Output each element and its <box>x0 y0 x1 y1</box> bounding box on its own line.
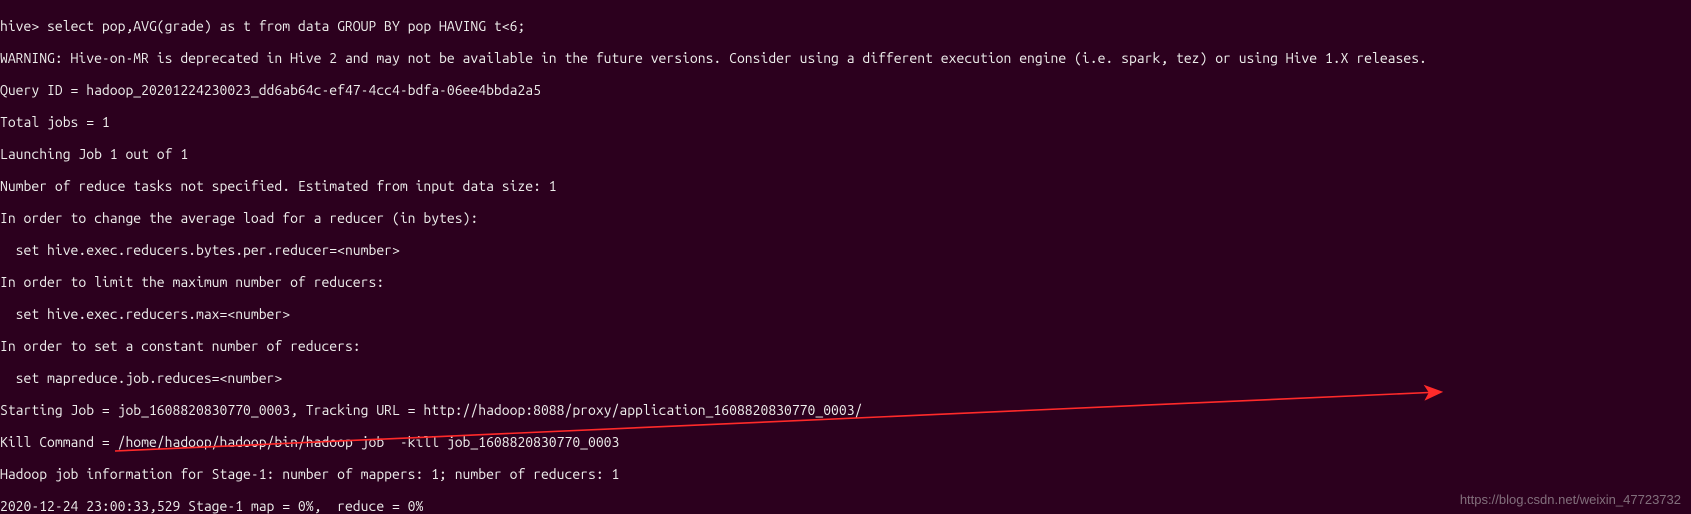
output-line: set hive.exec.reducers.bytes.per.reducer… <box>0 242 1691 258</box>
terminal-output: hive> select pop,AVG(grade) as t from da… <box>0 0 1691 514</box>
query-line: hive> select pop,AVG(grade) as t from da… <box>0 18 1691 34</box>
output-line: In order to change the average load for … <box>0 210 1691 226</box>
output-line: Number of reduce tasks not specified. Es… <box>0 178 1691 194</box>
output-line: Total jobs = 1 <box>0 114 1691 130</box>
hive-prompt: hive> <box>0 18 47 34</box>
output-line: Launching Job 1 out of 1 <box>0 146 1691 162</box>
output-line: WARNING: Hive-on-MR is deprecated in Hiv… <box>0 50 1691 66</box>
output-line: Starting Job = job_1608820830770_0003, T… <box>0 402 1691 418</box>
output-line: 2020-12-24 23:00:33,529 Stage-1 map = 0%… <box>0 498 1691 514</box>
sql-query: select pop,AVG(grade) as t from data GRO… <box>47 18 525 34</box>
output-line: In order to limit the maximum number of … <box>0 274 1691 290</box>
output-line: set hive.exec.reducers.max=<number> <box>0 306 1691 322</box>
output-line: Kill Command = /home/hadoop/hadoop/bin/h… <box>0 434 1691 450</box>
output-line: In order to set a constant number of red… <box>0 338 1691 354</box>
output-line: set mapreduce.job.reduces=<number> <box>0 370 1691 386</box>
output-line: Query ID = hadoop_20201224230023_dd6ab64… <box>0 82 1691 98</box>
output-line: Hadoop job information for Stage-1: numb… <box>0 466 1691 482</box>
watermark-text: https://blog.csdn.net/weixin_47723732 <box>1460 492 1681 508</box>
